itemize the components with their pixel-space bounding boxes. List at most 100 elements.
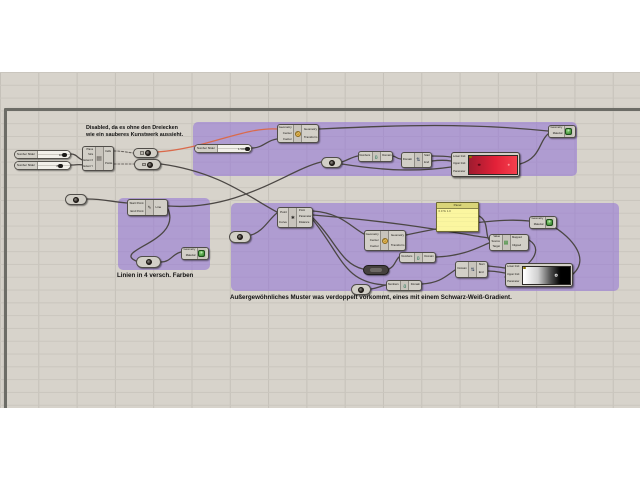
port-in: Center [369, 237, 379, 242]
number-slider-extent-y[interactable]: Number Slider 8 [14, 161, 71, 170]
remap-icon: ▦ [501, 235, 511, 250]
gradient-grip[interactable] [507, 163, 511, 166]
disabled-component-1[interactable] [133, 148, 158, 158]
node-curve-closest-point[interactable]: Point Curve ✱ Point Parameter Distance [277, 207, 313, 228]
slider-handle[interactable] [245, 146, 250, 152]
slider-label: Number Slider [195, 145, 218, 152]
node-remap[interactable]: Value Source Target ▦ Mapped Clipped [489, 234, 529, 251]
scale-inputs: Geometry Center Factor [278, 125, 293, 142]
component-icon [142, 162, 146, 167]
line-icon: ✎ [145, 200, 155, 215]
grasshopper-canvas-screenshot: { "colors": { "canvas_bg": "#d7d3cb", "g… [0, 0, 640, 480]
point-icon [73, 196, 79, 203]
gradient-handle-icon[interactable] [468, 155, 472, 159]
port-out: Domain [382, 154, 392, 158]
node-bounds-2[interactable]: Numbers {} Domain [399, 252, 436, 263]
port-in: Domain [402, 157, 413, 161]
scale-outputs: Geometry Transform [389, 231, 405, 250]
deconstruct-domain-icon: ⇅ [468, 262, 478, 277]
red-gradient-swatch[interactable] [467, 154, 518, 175]
port-in: Target [492, 245, 501, 249]
number-capsule[interactable] [363, 265, 389, 275]
node-gradient-bw[interactable]: Lower limit Upper limit Parameter [505, 263, 573, 287]
point-icon [358, 286, 364, 293]
panel-content[interactable]: 0.0 To 1.0 [437, 208, 478, 231]
preview-icon: + [563, 126, 573, 137]
curve-param[interactable] [321, 157, 342, 168]
port-in: End Point [130, 208, 144, 213]
slider-track[interactable]: 8 [37, 162, 70, 169]
bounds-outputs: Domain [409, 281, 421, 290]
slider-track[interactable]: 1.500 [217, 145, 251, 152]
port-out: Domain [424, 255, 434, 259]
port-in: Material [185, 253, 196, 257]
port-in: Numbers [401, 255, 413, 259]
port-out: Point [298, 208, 306, 212]
port-out: Points [105, 161, 113, 165]
port-in: Lower limit [453, 154, 466, 158]
preview-inputs: Geometry Material [182, 248, 197, 259]
gradient-grip[interactable] [478, 163, 481, 166]
panel[interactable]: Panel 0.0 To 1.0 [436, 202, 479, 232]
preview-inputs: Geometry Material [530, 217, 545, 228]
port-in: Start Point [129, 201, 144, 206]
port-in: Geometry [550, 126, 563, 130]
node-grid[interactable]: Plane Size Extent X Extent Y ▦ Cells Poi… [82, 146, 114, 171]
line-inputs: Start Point End Point [128, 200, 145, 215]
port-out: Mapped [512, 236, 522, 240]
ccp-outputs: Point Parameter Distance [297, 208, 312, 227]
component-icon [140, 151, 144, 155]
node-gradient-red[interactable]: Lower limit Upper limit Parameter [451, 152, 520, 177]
node-bounds-1[interactable]: Numbers {} Domain [358, 151, 393, 162]
bounds-icon: {} [400, 281, 410, 290]
node-preview-bw[interactable]: Geometry Material + [529, 216, 557, 229]
port-out: Line [155, 205, 162, 209]
port-in: Factor [370, 244, 379, 249]
dedomain-inputs: Domain [402, 153, 414, 167]
number-slider-extent-x[interactable]: Number Slider 10 [14, 150, 71, 159]
colour-param[interactable] [136, 256, 161, 268]
port-out: Transform [303, 135, 318, 140]
preview-icon: + [544, 217, 554, 228]
node-bounds-3[interactable]: Numbers {} Domain [386, 280, 422, 291]
port-in: Curve [278, 219, 287, 224]
node-line[interactable]: Start Point End Point ✎ Line [127, 199, 168, 216]
disabled-component-2[interactable] [134, 159, 161, 170]
port-in: Center [282, 130, 292, 135]
port-out: Geometry [390, 233, 404, 238]
node-dedomain-1[interactable]: Domain ⇅ Start End [401, 152, 432, 168]
node-scale-1[interactable]: Geometry Center Factor ↻ Geometry Transf… [277, 124, 319, 143]
gradient-grip[interactable] [555, 273, 558, 277]
bw-gradient-swatch[interactable] [521, 265, 571, 285]
gradient-handle-icon[interactable] [522, 266, 526, 270]
node-scale-2[interactable]: Geometry Center Factor ↻ Geometry Transf… [364, 230, 406, 251]
point-param-3[interactable] [351, 284, 371, 295]
preview-inputs: Geometry Material [549, 126, 564, 137]
port-in: Point [280, 210, 287, 215]
disabled-note-line1: Disabled, da es ohne den Dreiecken [86, 125, 178, 131]
line-outputs: Line [154, 200, 163, 215]
node-dedomain-2[interactable]: Domain ⇅ Start End [455, 261, 488, 278]
number-slider-scale[interactable]: Number Slider 1.500 [194, 144, 252, 153]
dedomain-inputs: Domain [456, 262, 468, 277]
node-preview-lines[interactable]: Geometry Material + [181, 247, 209, 260]
slider-track[interactable]: 10 [37, 151, 70, 158]
port-in: Numbers [387, 283, 399, 287]
port-in: Extent X [83, 159, 94, 163]
pattern-note: Außergewöhnliches Muster was verdoppelt … [230, 294, 512, 301]
slider-handle[interactable] [58, 163, 63, 169]
point-icon [237, 234, 243, 240]
port-in: Material [552, 131, 563, 135]
slider-handle[interactable] [62, 152, 67, 158]
port-in: Plane [86, 147, 94, 151]
ccp-inputs: Point Curve [278, 208, 288, 227]
port-out: Transform [390, 242, 405, 247]
port-in: Parameter [507, 280, 520, 284]
slider-value: 1.500 [238, 146, 245, 151]
point-param[interactable] [65, 194, 87, 205]
node-preview-red[interactable]: Geometry Material + [548, 125, 576, 138]
dedomain-outputs: Start End [423, 153, 431, 167]
dedomain-outputs: Start End [477, 262, 486, 277]
point-param-2[interactable] [229, 231, 251, 243]
remap-inputs: Value Source Target [490, 235, 502, 250]
